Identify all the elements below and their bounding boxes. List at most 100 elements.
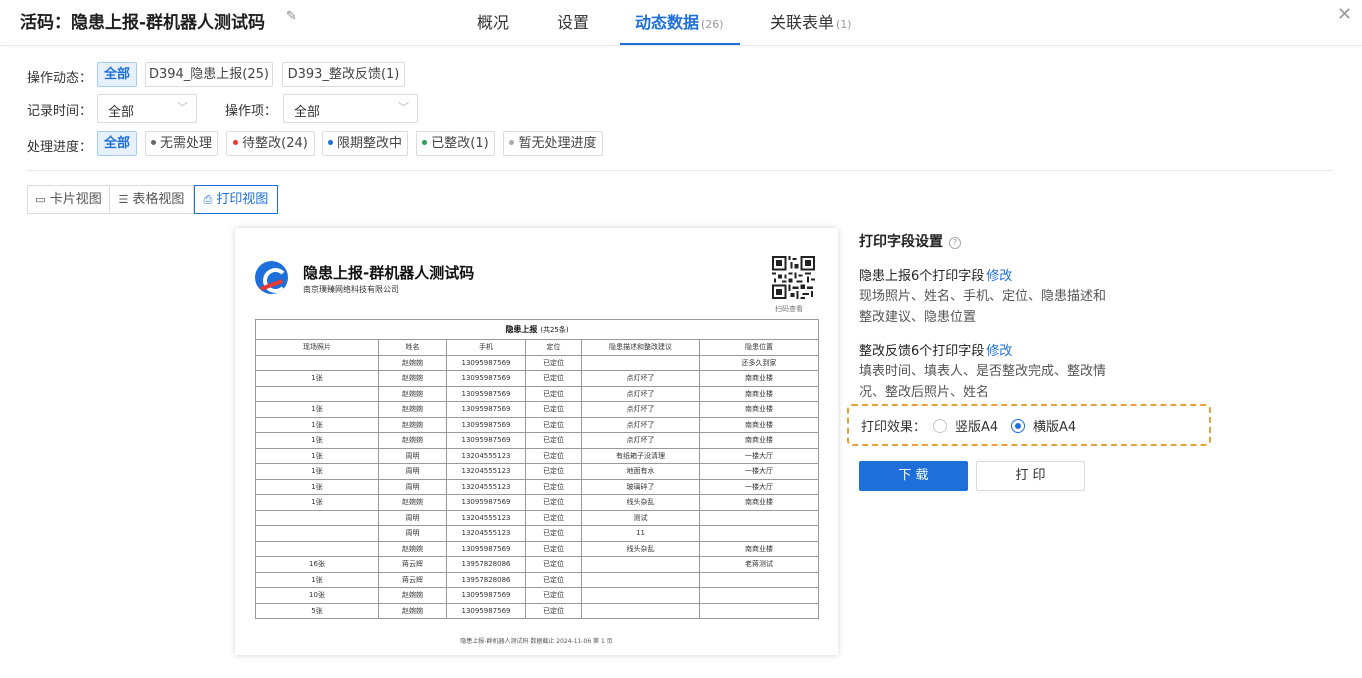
status-dot — [422, 140, 428, 145]
close-icon[interactable]: ✕ — [1337, 4, 1352, 25]
chip-pending[interactable]: 待整改(24) — [226, 131, 315, 156]
table-cell: 13095987569 — [446, 432, 526, 449]
table-cell: 已定位 — [525, 525, 582, 542]
chip-fixed[interactable]: 已整改(1) — [416, 131, 495, 156]
feedback-fields-list: 填表时间、填表人、是否整改完成、整改情况、整改后照片、姓名 — [859, 364, 1107, 400]
filter-label: 操作项： — [225, 104, 278, 119]
table-row: 5张 赵婉婉 13095987569 已定位 — [255, 602, 820, 619]
table-cell: 13204555123 — [446, 463, 526, 480]
edit-report-fields-link[interactable]: 修改 — [986, 269, 1012, 284]
table-cell: 已定位 — [525, 416, 582, 433]
chip-in-progress[interactable]: 限期整改中 — [322, 131, 408, 156]
download-button[interactable]: 下 载 — [859, 461, 968, 491]
table-cell: 已定位 — [525, 571, 582, 588]
tab-settings[interactable]: 设置 — [557, 9, 589, 33]
chip-progress-all[interactable]: 全部 — [97, 131, 137, 156]
table-cell: 一楼大厅 — [698, 447, 820, 464]
table-cell: 已定位 — [525, 463, 582, 480]
edit-icon[interactable]: ✎ — [286, 9, 297, 24]
table-cell: 老蒋测试 — [698, 556, 820, 573]
printer-icon: ⎙ — [203, 193, 213, 206]
table-cell: 已定位 — [525, 478, 582, 495]
card-view-button[interactable]: ▭ 卡片视图 — [27, 185, 110, 214]
table-cell — [698, 587, 820, 604]
table-row: 周明 13204555123 已定位 测试 — [255, 509, 820, 526]
chip-no-action[interactable]: 无需处理 — [145, 131, 218, 156]
table-cell: 测试 — [581, 509, 700, 526]
radio-label: 横版A4 — [1033, 420, 1077, 435]
operation-select[interactable]: 全部 ﹀ — [283, 94, 418, 123]
table-cell: 13204555123 — [446, 478, 526, 495]
table-cell: 13957828086 — [446, 571, 526, 588]
table-cell: 1张 — [255, 571, 379, 588]
top-bar: 活码：隐患上报-群机器人测试码 ✎ 概况 设置 动态数据 (26) 关联表单 (1)… — [0, 0, 1362, 46]
portrait-a4-radio[interactable]: 竖版A4 — [933, 416, 998, 435]
table-cell: 南商业楼 — [698, 540, 820, 557]
table-cell: 南商业楼 — [698, 416, 820, 433]
table-cell: 10张 — [255, 587, 379, 604]
table-row: 1张 蒋云辉 13957828086 已定位 — [255, 571, 820, 588]
table-cell: 蒋云辉 — [378, 556, 447, 573]
filter-label: 处理进度： — [27, 140, 93, 155]
print-button[interactable]: 打 印 — [976, 461, 1085, 491]
radio-circle — [933, 419, 947, 433]
table-row: 赵婉婉 13095987569 已定位 还多久到家 — [255, 354, 820, 371]
edit-feedback-fields-link[interactable]: 修改 — [986, 344, 1012, 359]
table-row: 1张 赵婉婉 13095987569 已定位 点灯坏了 南商业楼 — [255, 432, 820, 449]
table-cell: 南商业楼 — [698, 432, 820, 449]
table-cell: 13095987569 — [446, 587, 526, 604]
column-header: 隐患位置 — [698, 339, 820, 356]
radio-circle — [1011, 419, 1025, 433]
view-label: 卡片视图 — [49, 192, 102, 207]
chip-all[interactable]: 全部 — [97, 62, 137, 87]
status-dot — [233, 140, 239, 145]
chip-d394[interactable]: D394_隐患上报(25) — [145, 62, 273, 87]
chevron-down-icon: ﹀ — [177, 101, 188, 114]
report-fields-list: 现场照片、姓名、手机、定位、隐患描述和整改建议、隐患位置 — [859, 289, 1107, 325]
help-icon[interactable]: ? — [949, 237, 961, 249]
column-header: 手机 — [446, 339, 526, 356]
table-cell: 13204555123 — [446, 509, 526, 526]
table-cell: 线头杂乱 — [581, 494, 700, 511]
table-cell — [581, 354, 700, 371]
tab-overview[interactable]: 概况 — [477, 9, 509, 33]
chip-label: 暂无处理进度 — [518, 136, 597, 151]
time-select[interactable]: 全部 ﹀ — [97, 94, 197, 123]
table-cell: 已定位 — [525, 401, 582, 418]
table-cell: 已定位 — [525, 385, 582, 402]
table-cell: 周明 — [378, 509, 447, 526]
table-cell: 玻璃碎了 — [581, 478, 700, 495]
list-icon: ☰ — [118, 193, 129, 206]
print-effect-group: 打印效果： 竖版A4 横版A4 — [847, 404, 1211, 446]
print-view-button[interactable]: ⎙ 打印视图 — [194, 185, 278, 214]
section-report-fields: 隐患上报6个打印字段 修改 — [859, 265, 1012, 284]
table-cell: 已定位 — [525, 587, 582, 604]
print-table: 隐患上报 (共25条) 现场照片 姓名 手机 定位 隐患描述和整改建议 隐患位置… — [254, 319, 820, 619]
table-cell — [255, 385, 379, 402]
table-row: 1张 周明 13204555123 已定位 有纸箱子没清理 一楼大厅 — [255, 447, 820, 464]
table-cell: 已定位 — [525, 354, 582, 371]
time-filter-row: 记录时间： 全部 ﹀ 操作项： 全部 ﹀ — [27, 94, 447, 124]
table-cell: 点灯坏了 — [581, 401, 700, 418]
tab-linked-forms[interactable]: 关联表单 (1) — [770, 9, 852, 33]
table-cell: 南商业楼 — [698, 401, 820, 418]
status-dot — [150, 140, 156, 145]
chip-no-progress[interactable]: 暂无处理进度 — [503, 131, 603, 156]
table-caption: 隐患上报 (共25条) — [254, 319, 820, 340]
tab-dynamic-data[interactable]: 动态数据 (26) — [635, 9, 724, 33]
tab-label: 概况 — [477, 13, 510, 32]
table-cell: 13095987569 — [446, 385, 526, 402]
chip-d393[interactable]: D393_整改反馈(1) — [282, 62, 405, 87]
table-view-button[interactable]: ☰ 表格视图 — [109, 185, 194, 214]
table-cell: 周明 — [378, 525, 447, 542]
table-cell: 1张 — [255, 447, 379, 464]
table-cell: 南商业楼 — [698, 494, 820, 511]
landscape-a4-radio[interactable]: 横版A4 — [1011, 416, 1076, 435]
table-cell: 13095987569 — [446, 401, 526, 418]
panel-title-text: 打印字段设置 — [859, 234, 943, 250]
table-cell — [581, 556, 700, 573]
print-preview-sheet: 隐患上报-群机器人测试码 南京璞臻网络科技有限公司 扫码查看 隐患上报 (共25… — [235, 228, 838, 655]
filter-label: 记录时间： — [27, 104, 93, 119]
table-row: 1张 周明 13204555123 已定位 玻璃碎了 一楼大厅 — [255, 478, 820, 495]
table-cell: 13095987569 — [446, 540, 526, 557]
